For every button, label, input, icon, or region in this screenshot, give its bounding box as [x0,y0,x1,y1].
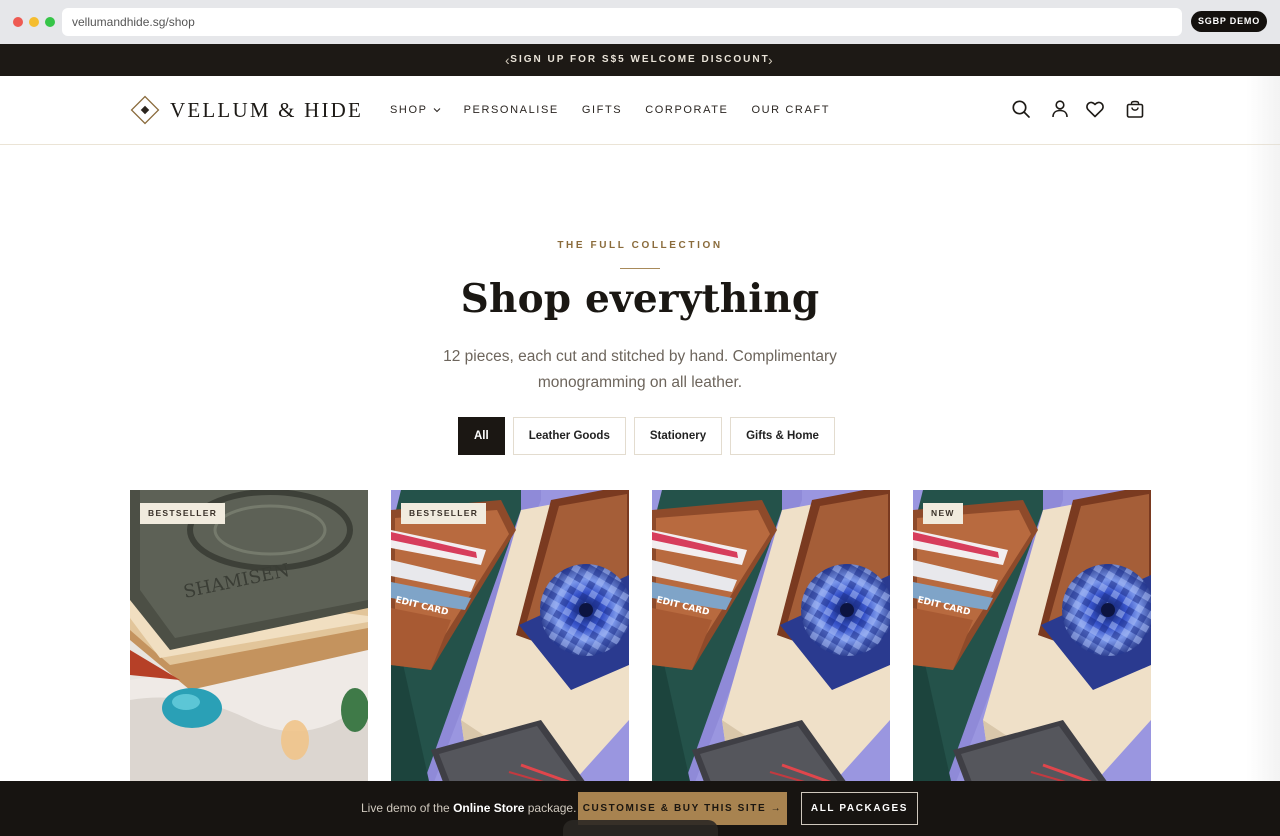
nav-our-craft[interactable]: OUR CRAFT [751,104,830,116]
shopping-bag-icon[interactable] [1124,98,1146,120]
close-window-button[interactable] [13,17,23,27]
site-header: VELLUM & HIDE SHOP PERSONALISE GIFTS COR… [0,76,1280,145]
product-card[interactable]: NEW [913,490,1151,790]
product-card[interactable] [652,490,890,790]
page-title: Shop everything [460,276,820,322]
product-image-wallets [391,490,629,790]
demo-package-name: Online Store [453,801,525,815]
demo-suffix: package. [524,801,577,815]
product-grid: SHAMISEN BESTSELLER BESTSELLER NEW [130,490,1151,790]
filter-stationery[interactable]: Stationery [633,417,723,455]
nav-shop-label: SHOP [390,104,428,116]
header-actions [1010,98,1146,120]
product-badge: BESTSELLER [140,503,226,524]
main-nav: SHOP PERSONALISE GIFTS CORPORATE OUR CRA… [390,76,830,144]
product-badge: BESTSELLER [401,503,487,524]
collection-eyebrow: THE FULL COLLECTION [557,240,723,251]
product-image-journal: SHAMISEN [130,490,368,790]
category-filters: All Leather Goods Stationery Gifts & Hom… [458,417,835,455]
scroll-edge-shadow [1246,76,1280,781]
nav-gifts[interactable]: GIFTS [582,104,622,116]
window-controls [13,17,55,27]
chevron-down-icon [433,108,440,113]
nav-corporate[interactable]: CORPORATE [645,104,728,116]
maximize-window-button[interactable] [45,17,55,27]
product-badge: NEW [923,503,963,524]
page-subtitle: 12 pieces, each cut and stitched by hand… [443,348,837,391]
nav-shop[interactable]: SHOP [390,104,441,116]
product-card[interactable]: SHAMISEN BESTSELLER [130,490,368,790]
brand-logo[interactable]: VELLUM & HIDE [130,95,363,125]
filter-gifts-home[interactable]: Gifts & Home [730,417,835,455]
all-packages-button[interactable]: ALL PACKAGES [801,792,918,825]
demo-prefix: Live demo of the [361,801,454,815]
announcement-bar: ‹ SIGN UP FOR S$5 WELCOME DISCOUNT › [0,44,1280,76]
product-card[interactable]: BESTSELLER [391,490,629,790]
divider [620,268,660,269]
diamond-logo-icon [130,95,160,125]
search-icon[interactable] [1010,98,1032,120]
filter-all[interactable]: All [458,417,505,455]
browser-chrome: vellumandhide.sg/shop SGBP DEMO [0,0,1280,44]
product-image-wallets [652,490,890,790]
product-image-wallets [913,490,1151,790]
address-bar[interactable]: vellumandhide.sg/shop [62,8,1182,36]
brand-name: VELLUM & HIDE [170,97,364,122]
wishlist-heart-icon[interactable] [1084,98,1106,120]
announcement-next-button[interactable]: › [768,44,773,76]
nav-personalise[interactable]: PERSONALISE [464,104,559,116]
floating-toolbar[interactable] [563,820,718,836]
demo-bar-text: Live demo of the Online Store package. [361,781,576,836]
account-icon[interactable] [1049,98,1071,120]
announcement-text: SIGN UP FOR S$5 WELCOME DISCOUNT [510,54,770,65]
minimize-window-button[interactable] [29,17,39,27]
filter-leather-goods[interactable]: Leather Goods [512,417,626,455]
demo-badge[interactable]: SGBP DEMO [1191,11,1267,32]
